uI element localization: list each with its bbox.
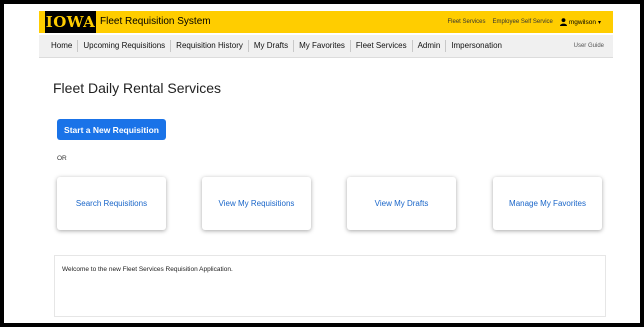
top-header-bar: IOWA Fleet Requisition System Fleet Serv… bbox=[39, 11, 613, 33]
header-links: Fleet Services Employee Self Service mgw… bbox=[448, 11, 601, 33]
manage-my-favorites-card[interactable]: Manage My Favorites bbox=[493, 177, 602, 230]
main-nav: Home Upcoming Requisitions Requisition H… bbox=[39, 35, 613, 58]
chevron-down-icon: ▾ bbox=[597, 19, 601, 26]
person-icon bbox=[559, 18, 567, 26]
or-separator: OR bbox=[57, 155, 67, 162]
window-frame: IOWA Fleet Requisition System Fleet Serv… bbox=[0, 0, 644, 327]
iowa-logo[interactable]: IOWA bbox=[45, 11, 96, 33]
welcome-message: Welcome to the new Fleet Services Requis… bbox=[62, 266, 233, 273]
nav-upcoming-requisitions[interactable]: Upcoming Requisitions bbox=[78, 40, 172, 52]
nav-home[interactable]: Home bbox=[45, 40, 79, 52]
start-new-requisition-button[interactable]: Start a New Requisition bbox=[57, 119, 166, 140]
nav-my-drafts[interactable]: My Drafts bbox=[249, 40, 295, 52]
username-label: mgwilson bbox=[568, 18, 596, 26]
search-requisitions-card[interactable]: Search Requisitions bbox=[57, 177, 166, 230]
nav-admin[interactable]: Admin bbox=[413, 40, 447, 52]
nav-impersonation[interactable]: Impersonation bbox=[446, 40, 507, 52]
nav-fleet-services[interactable]: Fleet Services bbox=[351, 40, 413, 52]
page-title: Fleet Daily Rental Services bbox=[53, 80, 222, 96]
welcome-panel: Welcome to the new Fleet Services Requis… bbox=[54, 255, 606, 317]
app-title[interactable]: Fleet Requisition System bbox=[100, 11, 211, 33]
nav-requisition-history[interactable]: Requisition History bbox=[171, 40, 249, 52]
user-guide-link[interactable]: User Guide bbox=[574, 35, 604, 57]
fleet-services-link[interactable]: Fleet Services bbox=[448, 19, 486, 25]
view-my-drafts-card[interactable]: View My Drafts bbox=[347, 177, 456, 230]
employee-self-service-link[interactable]: Employee Self Service bbox=[493, 19, 553, 25]
user-menu[interactable]: mgwilson ▾ bbox=[559, 18, 601, 26]
view-my-requisitions-card[interactable]: View My Requisitions bbox=[202, 177, 311, 230]
nav-my-favorites[interactable]: My Favorites bbox=[294, 40, 351, 52]
